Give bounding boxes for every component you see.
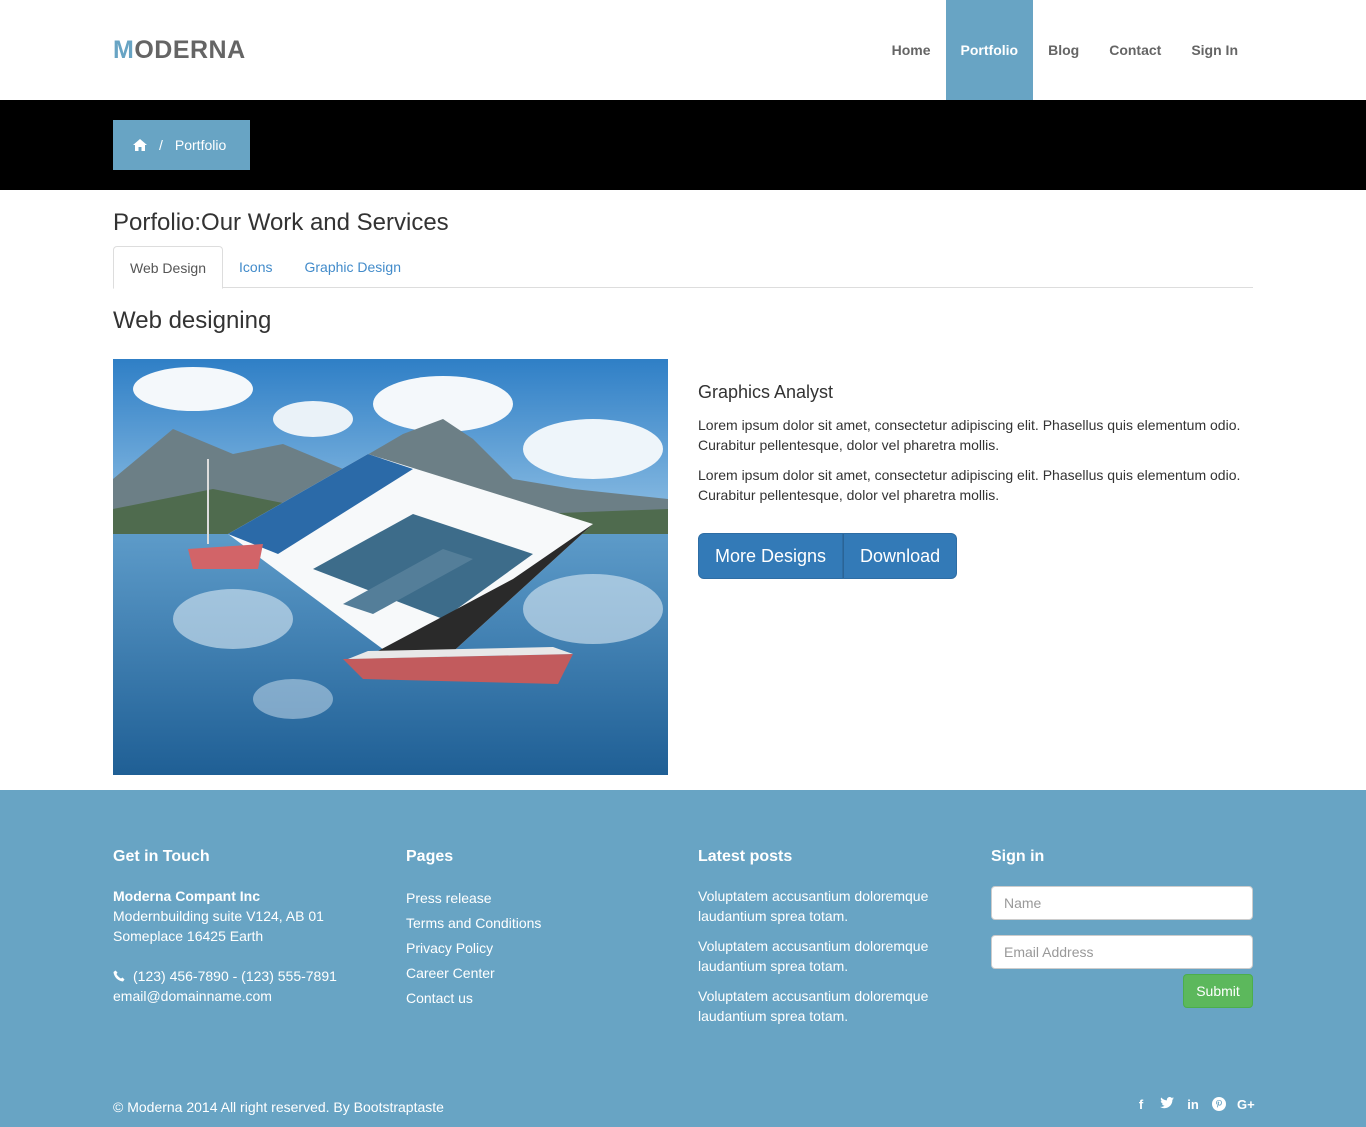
footer-link-privacy[interactable]: Privacy Policy: [406, 936, 541, 961]
breadcrumb-separator: /: [159, 137, 163, 153]
submit-button[interactable]: Submit: [1183, 974, 1253, 1008]
main-nav: Home Portfolio Blog Contact Sign In: [877, 0, 1253, 100]
portfolio-tabs: Web Design Icons Graphic Design: [113, 246, 1253, 289]
info-heading: Graphics Analyst: [698, 382, 834, 402]
latest-post-link[interactable]: Voluptatem accusantium doloremque laudan…: [698, 886, 958, 926]
nav-contact[interactable]: Contact: [1094, 0, 1176, 100]
latest-post-link[interactable]: Voluptatem accusantium doloremque laudan…: [698, 936, 958, 976]
footer-posts-title: Latest posts: [698, 848, 793, 865]
page-title: Porfolio:Our Work and Services: [113, 209, 449, 236]
phone-line: (123) 456-7890 - (123) 555-7891: [113, 966, 337, 986]
phone-icon: [113, 970, 125, 982]
footer-signin: Sign in Submit: [991, 848, 1253, 1048]
footer-link-press-release[interactable]: Press release: [406, 886, 541, 911]
twitter-icon[interactable]: [1159, 1097, 1175, 1113]
address-line: Someplace 16425 Earth: [113, 928, 264, 944]
footer-latest-posts: Latest posts Voluptatem accusantium dolo…: [698, 848, 958, 1036]
google-plus-icon[interactable]: G+: [1237, 1097, 1255, 1113]
tab-icons[interactable]: Icons: [223, 246, 288, 288]
footer-link-terms[interactable]: Terms and Conditions: [406, 911, 541, 936]
tab-graphic-design[interactable]: Graphic Design: [288, 246, 417, 288]
site-logo[interactable]: MODERNA: [113, 36, 246, 65]
pinterest-icon[interactable]: [1211, 1097, 1227, 1113]
address-line: Modernbuilding suite V124, AB 01: [113, 908, 324, 924]
social-links: f in G+: [1133, 1097, 1255, 1113]
nav-signin[interactable]: Sign In: [1176, 0, 1253, 100]
download-button[interactable]: Download: [843, 533, 958, 579]
footer-signin-title: Sign in: [991, 848, 1045, 865]
breadcrumb: / Portfolio: [113, 120, 250, 170]
more-designs-button[interactable]: More Designs: [698, 533, 844, 579]
home-icon[interactable]: [133, 139, 147, 151]
section-title: Web designing: [113, 307, 272, 334]
nav-home[interactable]: Home: [877, 0, 946, 100]
footer-link-career[interactable]: Career Center: [406, 961, 541, 986]
copyright-text: © Moderna 2014 All right reserved. By Bo…: [113, 1099, 444, 1115]
name-input[interactable]: [991, 886, 1253, 920]
email-input[interactable]: [991, 935, 1253, 969]
facebook-icon[interactable]: f: [1133, 1097, 1149, 1113]
site-header: MODERNA Home Portfolio Blog Contact Sign…: [0, 0, 1366, 100]
portfolio-info: Graphics Analyst Lorem ipsum dolor sit a…: [698, 382, 1258, 515]
linkedin-icon[interactable]: in: [1185, 1097, 1201, 1113]
footer-contact-title: Get in Touch: [113, 848, 210, 865]
breadcrumb-current: Portfolio: [174, 137, 227, 153]
nav-portfolio[interactable]: Portfolio: [945, 0, 1034, 100]
site-footer: Get in Touch Moderna Compant Inc Modernb…: [0, 790, 1366, 1127]
footer-pages: Pages Press release Terms and Conditions…: [406, 848, 541, 1011]
footer-pages-title: Pages: [406, 848, 454, 865]
company-name: Moderna Compant Inc: [113, 888, 261, 904]
breadcrumb-band: / Portfolio: [0, 100, 1366, 190]
email-link[interactable]: email@domainname.com: [113, 986, 337, 1006]
footer-link-contact[interactable]: Contact us: [406, 986, 541, 1011]
tab-web-design[interactable]: Web Design: [113, 246, 224, 289]
info-paragraph: Lorem ipsum dolor sit amet, consectetur …: [698, 417, 1241, 453]
info-paragraph: Lorem ipsum dolor sit amet, consectetur …: [698, 467, 1241, 503]
action-button-group: More Designs Download: [698, 533, 958, 579]
nav-blog[interactable]: Blog: [1033, 0, 1094, 100]
latest-post-link[interactable]: Voluptatem accusantium doloremque laudan…: [698, 986, 958, 1026]
portfolio-image: [113, 359, 668, 775]
footer-contact: Get in Touch Moderna Compant Inc Modernb…: [113, 848, 337, 1006]
